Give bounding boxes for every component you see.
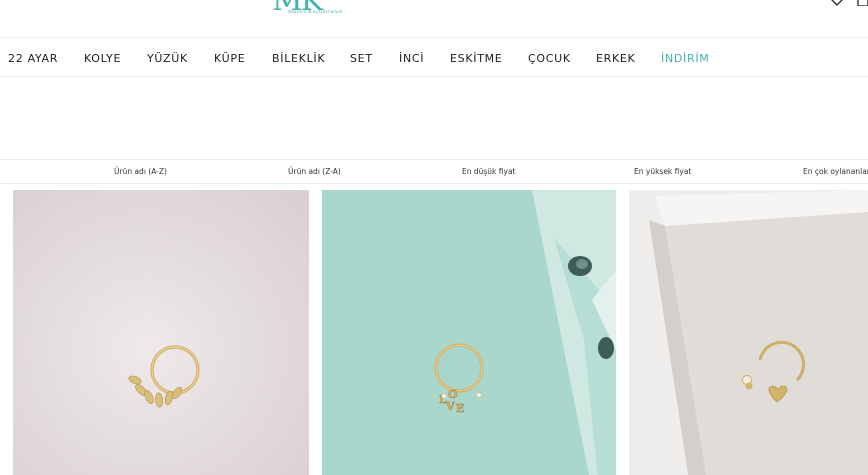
nav-item-22-ayar[interactable]: 22 AYAR [8, 52, 58, 65]
nav-item-yuzuk[interactable]: YÜZÜK [147, 52, 188, 65]
nav-item-indirim[interactable]: İNDİRİM [661, 52, 709, 65]
brand-logo[interactable]: MK Mücev Kuyumculuk [268, 0, 362, 22]
product-card[interactable]: L O V E [322, 190, 616, 475]
svg-text:E: E [456, 402, 464, 415]
product-card[interactable] [13, 190, 309, 475]
nav-item-cocuk[interactable]: ÇOCUK [528, 52, 571, 65]
nav-item-inci[interactable]: İNCİ [399, 52, 424, 65]
site-header: MK Mücev Kuyumculuk [0, 0, 868, 38]
heart-icon[interactable] [830, 0, 844, 6]
nav-item-set[interactable]: SET [350, 52, 373, 65]
sort-name-asc[interactable]: Ürün adı (A-Z) [114, 167, 167, 176]
bag-icon[interactable] [856, 0, 868, 6]
sort-options-bar: Ürün adı (A-Z) Ürün adı (Z-A) En düşük f… [0, 159, 868, 184]
product-image [629, 190, 868, 475]
nav-item-kupe[interactable]: KÜPE [214, 52, 245, 65]
main-navigation: 22 AYAR KOLYE YÜZÜK KÜPE BİLEKLİK SET İN… [0, 38, 868, 77]
sort-price-desc[interactable]: En yüksek fiyat [634, 167, 691, 176]
nav-item-kolye[interactable]: KOLYE [84, 52, 121, 65]
nav-item-bileklik[interactable]: BİLEKLİK [272, 52, 325, 65]
nav-item-eskitme[interactable]: ESKİTME [450, 52, 502, 65]
product-card[interactable] [629, 190, 868, 475]
sort-most-voted[interactable]: En çok oylananlar [803, 167, 868, 176]
logo-subtitle: Mücev Kuyumculuk [288, 9, 343, 15]
nav-item-erkek[interactable]: ERKEK [596, 52, 635, 65]
sort-name-desc[interactable]: Ürün adı (Z-A) [288, 167, 341, 176]
product-image: L O V E [322, 190, 616, 475]
svg-text:V: V [445, 400, 455, 413]
product-image [13, 190, 309, 475]
sort-price-asc[interactable]: En düşük fiyat [462, 167, 515, 176]
